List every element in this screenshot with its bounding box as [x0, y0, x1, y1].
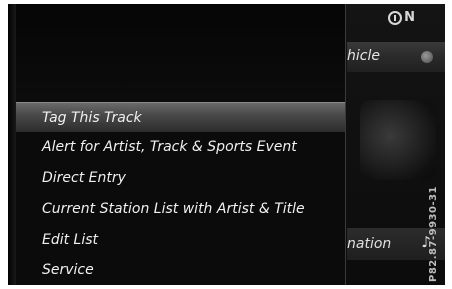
- figure-code: P82.87-9930-31: [428, 185, 439, 282]
- menu-item-alert-artist-track[interactable]: Alert for Artist, Track & Sports Event: [16, 132, 345, 162]
- options-menu: Tag This Track Alert for Artist, Track &…: [16, 102, 345, 285]
- status-indicator: N: [388, 10, 415, 25]
- status-indicator-letter: N: [404, 10, 415, 25]
- menu-item-tag-this-track[interactable]: Tag This Track: [16, 102, 345, 132]
- menu-item-label: Current Station List with Artist & Title: [42, 201, 305, 217]
- background-vehicle-row: hicle: [347, 42, 445, 72]
- dot-indicator-icon: [421, 51, 433, 63]
- menu-item-label: Edit List: [42, 232, 99, 248]
- menu-item-service[interactable]: Service: [16, 255, 345, 285]
- menu-item-edit-list[interactable]: Edit List: [16, 225, 345, 255]
- head-unit-screen: N hicle nation ♪ P82.87-9930-31 Tag This…: [8, 4, 445, 285]
- screen-bezel: [8, 4, 16, 285]
- menu-top-area: [16, 4, 345, 102]
- controller-knob-graphic: [360, 100, 436, 180]
- menu-item-current-station-list[interactable]: Current Station List with Artist & Title: [16, 194, 345, 224]
- background-navigation-label: nation: [347, 236, 392, 252]
- menu-item-label: Direct Entry: [42, 170, 126, 186]
- menu-item-label: Alert for Artist, Track & Sports Event: [42, 139, 297, 155]
- background-vehicle-label: hicle: [347, 48, 380, 64]
- menu-item-direct-entry[interactable]: Direct Entry: [16, 163, 345, 193]
- menu-item-label: Tag This Track: [42, 109, 142, 126]
- circle-indicator-icon: [388, 10, 403, 25]
- menu-item-label: Service: [42, 262, 94, 278]
